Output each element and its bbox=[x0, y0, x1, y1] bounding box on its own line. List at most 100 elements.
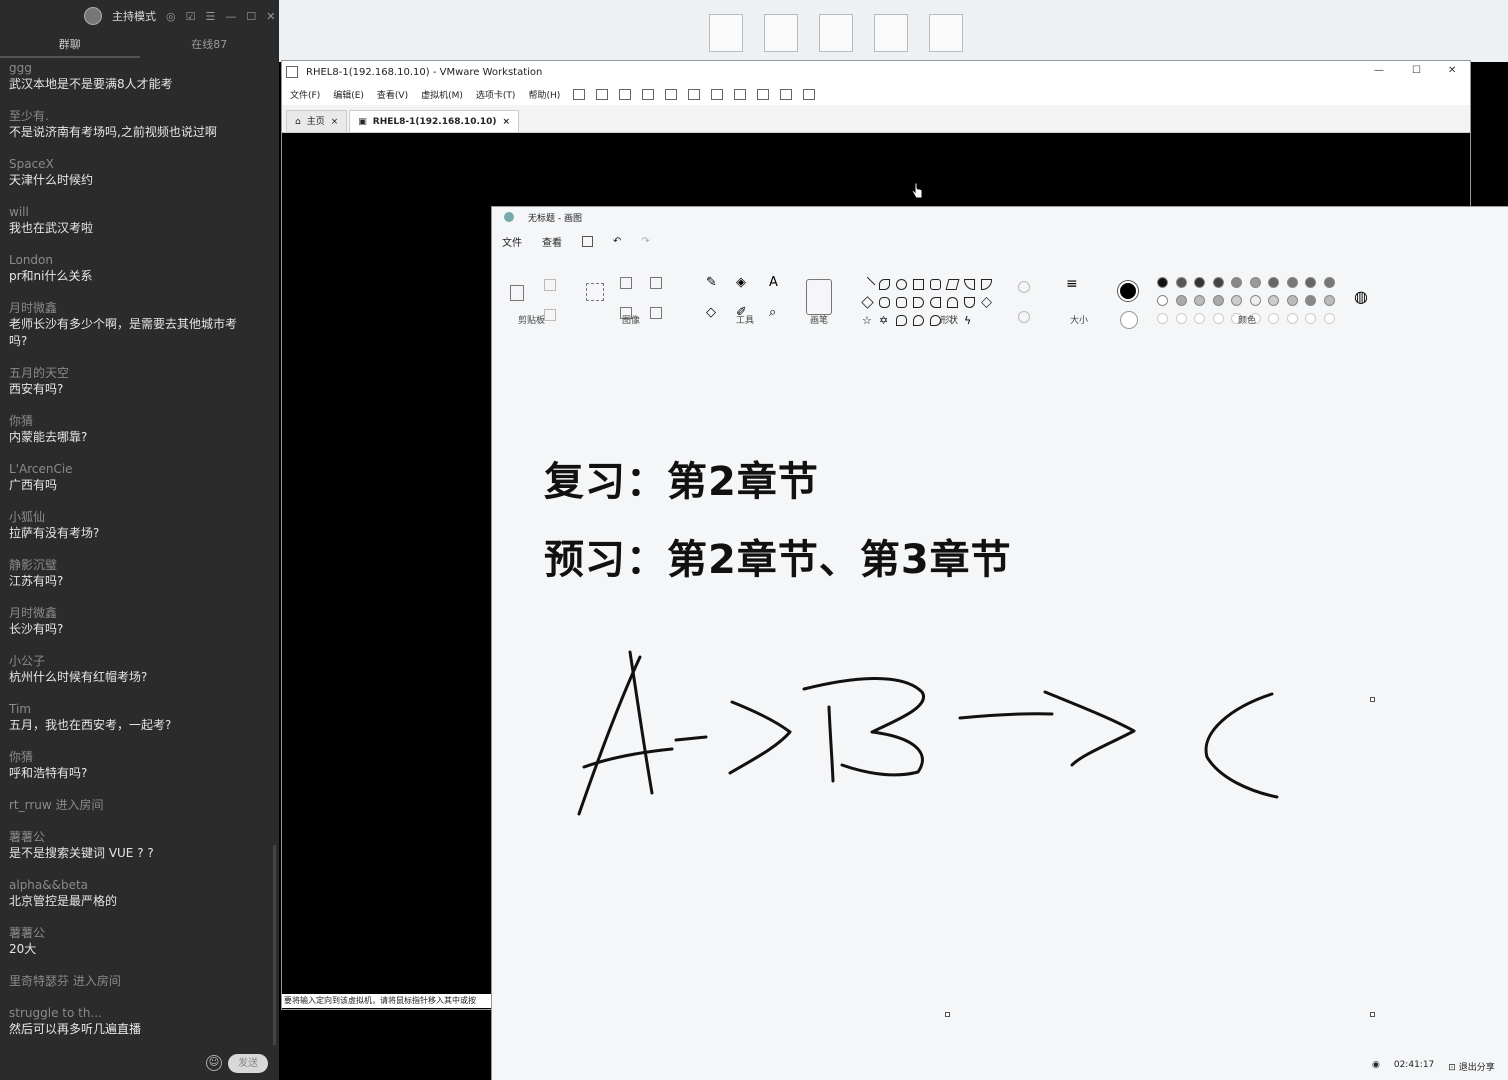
four-point-star-shape-icon[interactable] bbox=[981, 297, 992, 308]
close-icon[interactable]: ✕ bbox=[266, 10, 275, 23]
fullscreen-icon[interactable] bbox=[734, 88, 747, 100]
undo-icon[interactable]: ↶ bbox=[613, 236, 621, 247]
edit-icon[interactable]: ☑ bbox=[186, 10, 196, 23]
message-username[interactable]: ggg bbox=[9, 60, 273, 76]
tab-rhel8[interactable]: ▣ RHEL8-1(192.168.10.10) × bbox=[349, 110, 520, 132]
stretch-icon[interactable] bbox=[803, 88, 816, 100]
magnifier-icon[interactable]: ⌕ bbox=[769, 305, 776, 320]
save-icon[interactable] bbox=[582, 235, 593, 247]
desktop-file-icon[interactable] bbox=[709, 14, 743, 52]
tab-home[interactable]: ⌂ 主页 × bbox=[286, 110, 348, 133]
palette-swatch[interactable] bbox=[1157, 295, 1168, 306]
desktop-file-icon[interactable] bbox=[929, 14, 963, 52]
message-username[interactable]: 小公子 bbox=[9, 653, 273, 669]
close-tab-icon[interactable]: × bbox=[331, 111, 339, 133]
palette-swatch[interactable] bbox=[1194, 277, 1205, 288]
message-username[interactable]: 薯薯公 bbox=[9, 925, 273, 941]
palette-swatch[interactable] bbox=[1157, 313, 1168, 324]
outline-icon[interactable] bbox=[1018, 281, 1030, 293]
message-username[interactable]: Tim bbox=[9, 701, 273, 717]
palette-swatch[interactable] bbox=[1175, 277, 1187, 288]
message-username[interactable]: London bbox=[9, 252, 273, 268]
menu-file[interactable]: 文件(F) bbox=[290, 88, 320, 101]
message-username[interactable]: 至少有. bbox=[9, 108, 273, 124]
pause-icon[interactable] bbox=[573, 88, 586, 100]
rounded-rectangle-shape-icon[interactable] bbox=[930, 279, 941, 290]
settings-icon[interactable]: ◎ bbox=[166, 10, 176, 23]
close-icon[interactable]: ✕ bbox=[1448, 65, 1456, 76]
resize-handle-right[interactable] bbox=[1370, 697, 1375, 702]
console-icon[interactable] bbox=[780, 88, 793, 100]
palette-swatch[interactable] bbox=[1286, 277, 1298, 288]
palette-swatch[interactable] bbox=[1268, 313, 1279, 324]
drawing-canvas[interactable]: 复习：第2章节 预习：第2章节、第3章节 bbox=[492, 347, 1508, 1080]
send-button[interactable]: 发送 bbox=[228, 1054, 268, 1073]
oval-callout-shape-icon[interactable] bbox=[913, 315, 924, 326]
palette-swatch[interactable] bbox=[1249, 277, 1261, 288]
left-arrow-shape-icon[interactable] bbox=[930, 297, 941, 308]
palette-swatch[interactable] bbox=[1194, 295, 1205, 306]
flip-icon[interactable] bbox=[650, 307, 662, 319]
palette-swatch[interactable] bbox=[1323, 295, 1335, 306]
menu-help[interactable]: 帮助(H) bbox=[528, 88, 560, 101]
snapshot-icon[interactable] bbox=[619, 88, 632, 100]
hexagon-shape-icon[interactable] bbox=[896, 297, 907, 308]
palette-swatch[interactable] bbox=[1231, 295, 1242, 306]
size-icon[interactable]: ≡ bbox=[1066, 277, 1078, 291]
edit-colors-icon[interactable]: ◍ bbox=[1354, 287, 1368, 306]
palette-swatch[interactable] bbox=[1286, 295, 1298, 306]
palette-swatch[interactable] bbox=[1305, 277, 1316, 288]
desktop-file-icon[interactable] bbox=[764, 14, 798, 52]
text-icon[interactable]: A bbox=[769, 275, 778, 290]
five-point-star-shape-icon[interactable]: ☆ bbox=[862, 315, 873, 326]
minimize-icon[interactable]: — bbox=[225, 10, 236, 23]
fill-shape-icon[interactable] bbox=[1018, 311, 1030, 323]
line-shape-icon[interactable] bbox=[859, 276, 876, 293]
right-arrow-shape-icon[interactable] bbox=[913, 297, 924, 308]
palette-swatch[interactable] bbox=[1323, 277, 1335, 288]
menu-edit[interactable]: 编辑(E) bbox=[333, 88, 364, 101]
color-1-swatch[interactable] bbox=[1118, 281, 1138, 301]
resize-handle-corner[interactable] bbox=[1370, 1012, 1375, 1017]
redo-icon[interactable]: ↷ bbox=[641, 236, 649, 247]
thumbnail-icon[interactable] bbox=[711, 88, 724, 100]
resize-handle-bottom[interactable] bbox=[945, 1012, 950, 1017]
menu-icon[interactable]: ☰ bbox=[205, 10, 215, 23]
brush-icon[interactable] bbox=[806, 279, 832, 315]
send-keys-icon[interactable] bbox=[596, 88, 609, 100]
desktop-file-icon[interactable] bbox=[874, 14, 908, 52]
maximize-icon[interactable]: ☐ bbox=[1412, 65, 1421, 76]
menu-view[interactable]: 查看(V) bbox=[377, 88, 408, 101]
palette-swatch[interactable] bbox=[1212, 295, 1224, 306]
diamond-shape-icon[interactable] bbox=[861, 296, 874, 309]
palette-swatch[interactable] bbox=[1286, 313, 1298, 324]
tab-group-chat[interactable]: 群聊 bbox=[0, 32, 140, 58]
message-username[interactable]: 静影沉璧 bbox=[9, 557, 273, 573]
lightning-shape-icon[interactable]: ϟ bbox=[964, 315, 975, 326]
message-username[interactable]: 月时微鑫 bbox=[9, 300, 273, 316]
palette-swatch[interactable] bbox=[1212, 277, 1224, 288]
unity-icon[interactable] bbox=[757, 88, 770, 100]
minimize-icon[interactable]: — bbox=[1374, 65, 1384, 76]
message-username[interactable]: alpha&&beta bbox=[9, 877, 273, 893]
palette-swatch[interactable] bbox=[1157, 277, 1168, 288]
palette-swatch[interactable] bbox=[1305, 313, 1316, 324]
palette-swatch[interactable] bbox=[1231, 277, 1242, 288]
rotate-icon[interactable] bbox=[650, 277, 662, 289]
message-username[interactable]: 薯薯公 bbox=[9, 829, 273, 845]
exit-share-button[interactable]: ⊡ 退出分享 bbox=[1448, 1060, 1494, 1073]
palette-swatch[interactable] bbox=[1212, 313, 1224, 324]
sidebar-toggle-icon[interactable] bbox=[688, 88, 701, 100]
palette-swatch[interactable] bbox=[1194, 313, 1205, 324]
pencil-icon[interactable]: ✎ bbox=[706, 275, 717, 290]
rect-callout-shape-icon[interactable] bbox=[896, 315, 907, 326]
emoji-icon[interactable]: ☺ bbox=[206, 1055, 222, 1071]
menu-view[interactable]: 查看 bbox=[542, 234, 562, 249]
oval-shape-icon[interactable] bbox=[896, 279, 907, 290]
chat-scrollbar[interactable] bbox=[273, 845, 276, 1045]
revert-snapshot-icon[interactable] bbox=[642, 88, 655, 100]
message-username[interactable]: 小狐仙 bbox=[9, 509, 273, 525]
message-username[interactable]: 你猜 bbox=[9, 749, 273, 765]
message-username[interactable]: 你猜 bbox=[9, 413, 273, 429]
six-point-star-shape-icon[interactable]: ✡ bbox=[879, 315, 890, 326]
